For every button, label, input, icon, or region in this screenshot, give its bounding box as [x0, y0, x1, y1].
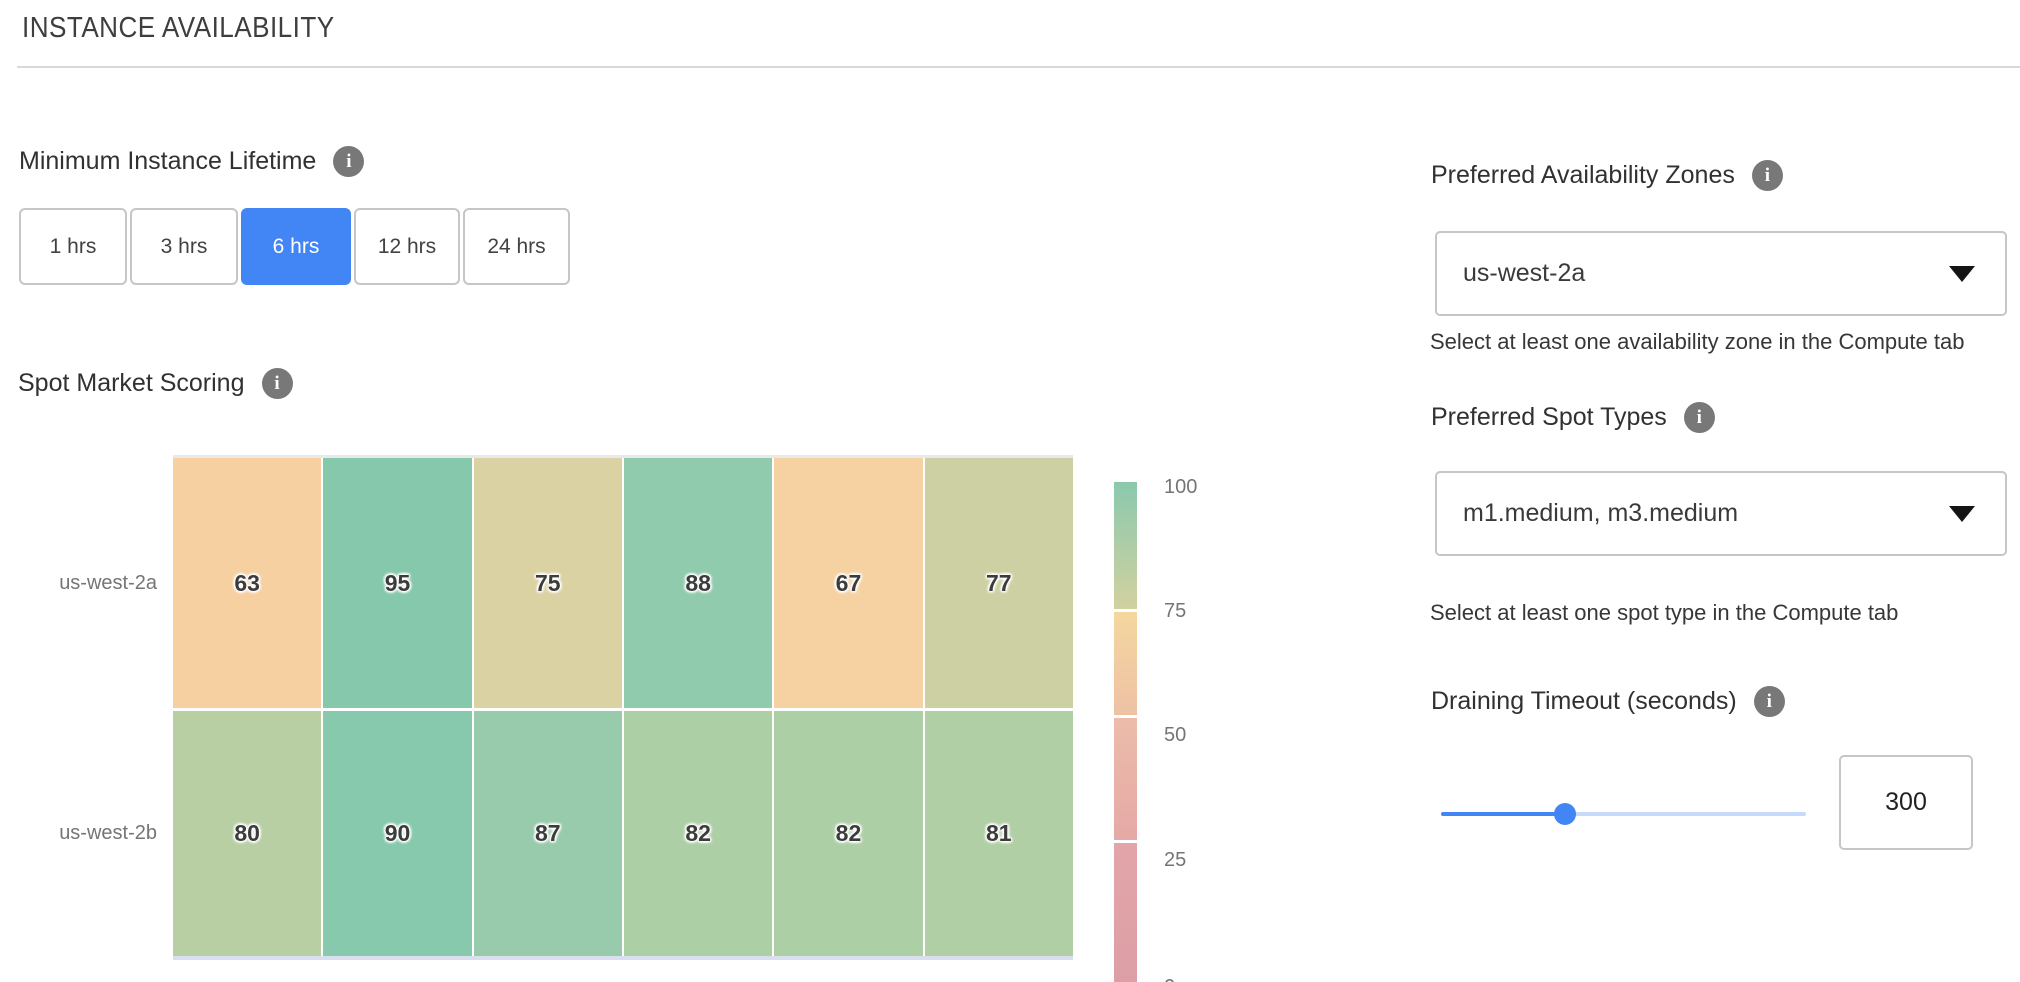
info-icon[interactable]: i: [1754, 686, 1785, 717]
heatmap-row-label: us-west-2a: [0, 569, 157, 597]
heatmap-colorbar: [1114, 482, 1137, 982]
colorbar-segment: [1114, 612, 1137, 715]
colorbar-tick: 75: [1164, 598, 1234, 625]
spot-market-scoring-label: Spot Market Scoring: [18, 368, 245, 399]
lifetime-option-24hrs[interactable]: 24 hrs: [463, 208, 570, 285]
heatmap-bottom-strip: [173, 956, 1073, 960]
spot-types-dropdown[interactable]: m1.medium, m3.medium: [1435, 471, 2007, 556]
slider-thumb[interactable]: [1554, 803, 1576, 825]
heatmap-cell: 82: [624, 711, 772, 956]
draining-timeout-label: Draining Timeout (seconds): [1431, 686, 1737, 717]
lifetime-button-group: 1 hrs 3 hrs 6 hrs 12 hrs 24 hrs: [19, 208, 570, 285]
spot-market-scoring-label-row: Spot Market Scoring i: [18, 368, 293, 399]
minimum-instance-lifetime-label: Minimum Instance Lifetime: [19, 146, 316, 177]
header-divider: [17, 66, 2020, 68]
preferred-availability-zones-label-row: Preferred Availability Zones i: [1431, 160, 1783, 191]
heatmap-cell: 67: [774, 458, 922, 708]
spot-types-helper: Select at least one spot type in the Com…: [1430, 600, 1898, 626]
colorbar-tick: 50: [1164, 722, 1234, 749]
heatmap-row-label: us-west-2b: [0, 819, 157, 847]
heatmap-cell: 77: [925, 458, 1073, 708]
heatmap-row: 63 95 75 88 67 77: [173, 458, 1073, 708]
spot-types-value: m1.medium, m3.medium: [1463, 499, 1949, 528]
draining-timeout-slider[interactable]: [1441, 803, 1806, 825]
lifetime-option-3hrs[interactable]: 3 hrs: [130, 208, 238, 285]
colorbar-tick: 0: [1164, 974, 1234, 982]
preferred-spot-types-label: Preferred Spot Types: [1431, 402, 1667, 433]
lifetime-option-12hrs[interactable]: 12 hrs: [354, 208, 460, 285]
heatmap-cell: 87: [474, 711, 622, 956]
spot-market-heatmap: 63 95 75 88 67 77 80 90 87 82 82 81: [173, 455, 1073, 960]
chevron-down-icon: [1949, 266, 1975, 282]
info-icon[interactable]: i: [333, 146, 364, 177]
heatmap-cell: 82: [774, 711, 922, 956]
heatmap-cell: 90: [323, 711, 471, 956]
colorbar-segment: [1114, 843, 1137, 982]
preferred-spot-types-label-row: Preferred Spot Types i: [1431, 402, 1715, 433]
availability-zones-helper: Select at least one availability zone in…: [1430, 329, 1964, 355]
draining-timeout-input[interactable]: [1839, 755, 1973, 850]
lifetime-option-1hrs[interactable]: 1 hrs: [19, 208, 127, 285]
colorbar-tick: 100: [1164, 474, 1234, 501]
heatmap-cell: 81: [925, 711, 1073, 956]
heatmap-cell: 88: [624, 458, 772, 708]
colorbar-segment: [1114, 718, 1137, 840]
info-icon[interactable]: i: [262, 368, 293, 399]
lifetime-option-6hrs[interactable]: 6 hrs: [241, 208, 351, 285]
preferred-availability-zones-label: Preferred Availability Zones: [1431, 160, 1735, 191]
minimum-instance-lifetime-label-row: Minimum Instance Lifetime i: [19, 146, 364, 177]
heatmap-cell: 95: [323, 458, 471, 708]
page-title: INSTANCE AVAILABILITY: [22, 12, 335, 45]
heatmap-cell: 80: [173, 711, 321, 956]
availability-zones-value: us-west-2a: [1463, 259, 1949, 288]
slider-track-active[interactable]: [1441, 812, 1565, 816]
chevron-down-icon: [1949, 506, 1975, 522]
colorbar-segment: [1114, 482, 1137, 609]
info-icon[interactable]: i: [1684, 402, 1715, 433]
slider-track[interactable]: [1565, 812, 1806, 816]
heatmap-cell: 63: [173, 458, 321, 708]
heatmap-row: 80 90 87 82 82 81: [173, 711, 1073, 956]
colorbar-tick: 25: [1164, 847, 1234, 874]
heatmap-cell: 75: [474, 458, 622, 708]
availability-zones-dropdown[interactable]: us-west-2a: [1435, 231, 2007, 316]
info-icon[interactable]: i: [1752, 160, 1783, 191]
instance-availability-page: INSTANCE AVAILABILITY Minimum Instance L…: [0, 0, 2020, 982]
draining-timeout-label-row: Draining Timeout (seconds) i: [1431, 686, 1785, 717]
